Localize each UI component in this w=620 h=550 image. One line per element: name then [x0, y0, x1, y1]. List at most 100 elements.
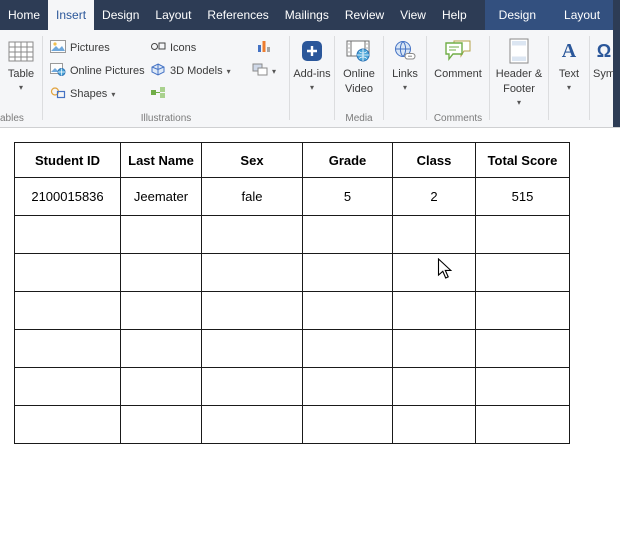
chart-button[interactable] — [253, 36, 275, 59]
illustrations-group: Pictures Online Pictures Shapes ▾ Icons … — [43, 30, 289, 127]
shapes-button[interactable]: Shapes — [47, 82, 147, 105]
table-cell[interactable] — [302, 291, 393, 330]
header-footer-icon — [508, 36, 530, 66]
tab-mailings[interactable]: Mailings — [277, 0, 337, 30]
table-cell[interactable] — [302, 329, 393, 368]
links-button[interactable]: Links — [384, 30, 426, 93]
icons-button[interactable]: Icons — [147, 36, 243, 59]
comment-button[interactable]: Comment — [427, 30, 489, 81]
table-cell[interactable] — [392, 405, 476, 444]
table-row — [14, 291, 570, 330]
ribbon-tab-bar: Home Insert Design Layout References Mai… — [0, 0, 620, 30]
window-edge-strip — [613, 0, 620, 127]
chevron-down-icon — [19, 81, 23, 93]
table-cell[interactable] — [475, 291, 570, 330]
table-cell[interactable] — [302, 253, 393, 292]
header-footer-label-line1: Header & — [495, 68, 543, 80]
screenshot-icon — [252, 63, 268, 79]
contextual-tab-design[interactable]: Design — [485, 0, 550, 30]
chevron-down-icon — [403, 81, 407, 93]
contextual-tab-layout[interactable]: Layout — [550, 0, 614, 30]
table-cell[interactable] — [392, 253, 476, 292]
table-header-cell[interactable]: Student ID — [14, 142, 121, 178]
table-row — [14, 329, 570, 368]
pictures-button[interactable]: Pictures — [47, 36, 147, 59]
table-cell[interactable] — [14, 329, 121, 368]
table-cell[interactable] — [475, 367, 570, 406]
table-cell[interactable] — [120, 291, 202, 330]
insert-ribbon: Table ables Pictures Online Pictures — [0, 30, 620, 128]
table-header-cell[interactable]: Total Score — [475, 142, 570, 178]
tab-layout[interactable]: Layout — [147, 0, 199, 30]
table-cell[interactable]: fale — [201, 177, 303, 216]
media-group-label: Media — [345, 113, 373, 124]
smartart-button[interactable] — [147, 82, 243, 105]
table-cell[interactable] — [120, 329, 202, 368]
chevron-down-icon — [272, 65, 276, 77]
online-pictures-button[interactable]: Online Pictures — [47, 59, 147, 82]
pictures-label: Pictures — [70, 41, 110, 54]
table-cell[interactable] — [14, 405, 121, 444]
table-button[interactable]: Table — [0, 30, 42, 93]
table-cell[interactable] — [392, 329, 476, 368]
table-cell[interactable] — [392, 215, 476, 254]
tab-home[interactable]: Home — [0, 0, 48, 30]
table-header-cell[interactable]: Class — [392, 142, 476, 178]
table-cell[interactable] — [120, 405, 202, 444]
table-cell[interactable]: 5 — [302, 177, 393, 216]
tab-view[interactable]: View — [392, 0, 434, 30]
table-cell[interactable] — [14, 215, 121, 254]
table-header-cell[interactable]: Sex — [201, 142, 303, 178]
table-cell[interactable] — [302, 215, 393, 254]
table-cell[interactable] — [302, 405, 393, 444]
tab-design[interactable]: Design — [94, 0, 147, 30]
symbols-label: Sym — [593, 68, 615, 80]
table-cell[interactable] — [120, 253, 202, 292]
table-cell[interactable] — [475, 253, 570, 292]
table-cell[interactable] — [201, 291, 303, 330]
online-pictures-icon — [50, 62, 66, 79]
table-cell[interactable] — [392, 291, 476, 330]
media-group: Online Video Media — [335, 30, 383, 127]
add-ins-group: Add-ins — [290, 30, 334, 127]
table-cell[interactable] — [475, 405, 570, 444]
doc-table: Student ID Last Name Sex Grade Class Total Sc… — [14, 142, 570, 444]
table-cell[interactable]: Jeemater — [120, 177, 202, 216]
screenshot-button[interactable] — [249, 59, 279, 82]
chevron-down-icon — [227, 65, 231, 77]
table-cell[interactable] — [201, 215, 303, 254]
3d-models-button[interactable]: 3D Models — [147, 59, 243, 82]
table-cell[interactable] — [120, 215, 202, 254]
table-header-cell[interactable]: Last Name — [120, 142, 202, 178]
add-ins-button[interactable]: Add-ins — [290, 30, 334, 93]
table-cell[interactable] — [201, 329, 303, 368]
table-cell[interactable]: 2 — [392, 177, 476, 216]
table-cell[interactable] — [201, 405, 303, 444]
table-header-cell[interactable]: Grade — [302, 142, 393, 178]
text-button[interactable]: A Text — [549, 30, 589, 93]
table-cell[interactable] — [14, 291, 121, 330]
table-cell[interactable]: 2100015836 — [14, 177, 121, 216]
3d-models-label: 3D Models — [170, 64, 223, 77]
shapes-icon — [50, 86, 66, 102]
table-cell[interactable] — [302, 367, 393, 406]
header-footer-label-line2: Footer — [503, 83, 535, 95]
tab-review[interactable]: Review — [337, 0, 392, 30]
online-video-button[interactable]: Online Video — [335, 30, 383, 96]
tab-help[interactable]: Help — [434, 0, 475, 30]
table-cell[interactable] — [14, 253, 121, 292]
table-cell[interactable] — [392, 367, 476, 406]
table-header-row: Student ID Last Name Sex Grade Class Total Sc… — [14, 142, 570, 178]
header-footer-button[interactable]: Header & Footer — [490, 30, 548, 108]
table-cell[interactable] — [475, 215, 570, 254]
tab-insert[interactable]: Insert — [48, 0, 95, 30]
online-video-label-line1: Online — [343, 68, 375, 80]
table-cell[interactable] — [201, 253, 303, 292]
online-video-label-line2: Video — [345, 83, 373, 95]
table-cell[interactable] — [120, 367, 202, 406]
table-cell[interactable] — [201, 367, 303, 406]
table-cell[interactable] — [14, 367, 121, 406]
table-cell[interactable] — [475, 329, 570, 368]
table-cell[interactable]: 515 — [475, 177, 570, 216]
tab-references[interactable]: References — [199, 0, 276, 30]
